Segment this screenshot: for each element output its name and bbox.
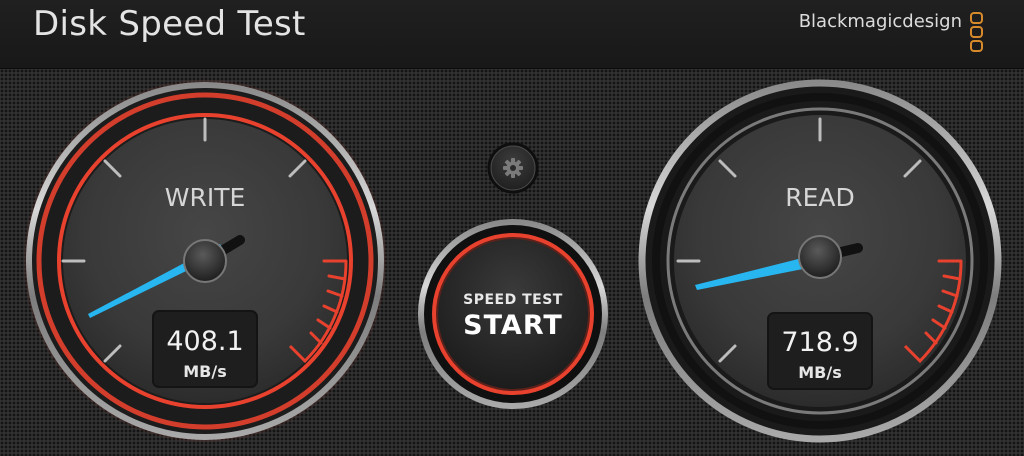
write-needle-hub <box>183 239 227 283</box>
write-gauge-title: WRITE <box>165 183 246 212</box>
read-gauge: READ 718.9 MB/s <box>638 79 1002 443</box>
write-readout: 408.1 MB/s <box>152 310 258 388</box>
read-readout: 718.9 MB/s <box>767 312 873 390</box>
read-speed-value: 718.9 <box>781 327 858 358</box>
start-button-subtitle[interactable]: SPEED TEST <box>463 292 563 308</box>
start-button[interactable]: SPEED TEST START <box>418 219 608 409</box>
write-gauge: WRITE 408.1 MB/s <box>23 79 387 443</box>
read-speed-unit: MB/s <box>798 363 841 382</box>
read-gauge-title: READ <box>785 183 855 212</box>
gear-icon <box>503 158 523 178</box>
disk-speed-test-window: Disk Speed Test Blackmagicdesign WRITE 4… <box>0 0 1024 456</box>
gauge-scene: WRITE 408.1 MB/s READ 718.9 MB/s SPEED T… <box>23 79 1002 443</box>
settings-button[interactable] <box>487 142 539 194</box>
start-button-label[interactable]: START <box>463 310 563 341</box>
read-needle-hub <box>798 235 842 279</box>
write-speed-unit: MB/s <box>183 362 226 381</box>
write-speed-value: 408.1 <box>166 326 243 357</box>
